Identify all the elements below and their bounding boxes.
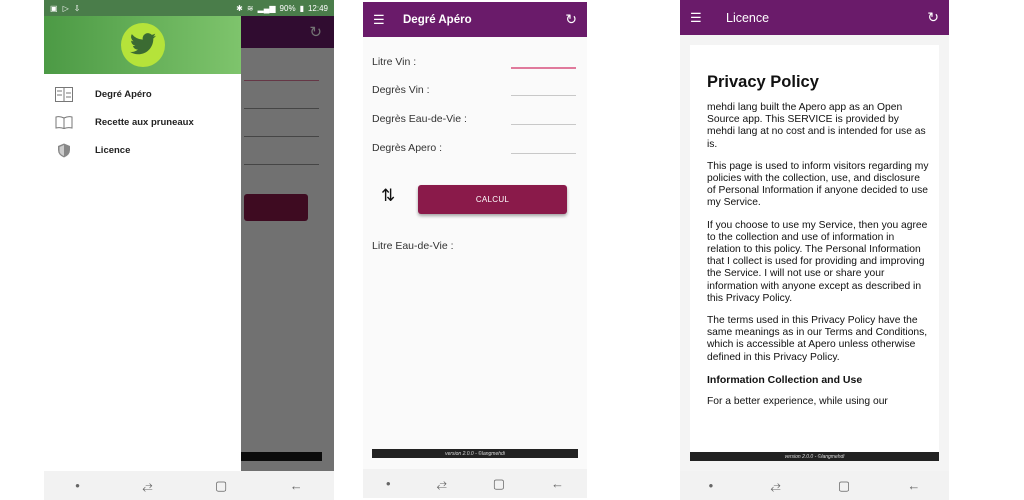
degres-vin-input[interactable] (511, 95, 576, 96)
dot-icon[interactable]: • (75, 478, 80, 493)
calcul-button[interactable]: CALCUL (418, 185, 567, 214)
drawer-item-label: Recette aux pruneaux (95, 116, 194, 128)
field-degres-apero: Degrès Apero : (372, 138, 578, 158)
battery-icon: ▮ (299, 3, 304, 13)
policy-paragraph: mehdi lang built the Apero app as an Ope… (707, 102, 926, 150)
field-label: Litre Vin : (372, 56, 417, 68)
version-bar: version 2.0.0 - ©langmehdi (690, 452, 939, 461)
gallery-notification-icon: ▣ (50, 3, 58, 13)
refresh-icon[interactable]: ↻ (927, 9, 939, 26)
policy-paragraph: If you choose to use my Service, then yo… (707, 219, 928, 304)
app-bar: ☰ Degré Apéro ↻ (363, 2, 587, 37)
policy-paragraph: This page is used to inform visitors reg… (707, 160, 929, 209)
play-notification-icon: ▷ (62, 3, 69, 13)
wifi-icon: ≋ (246, 3, 254, 13)
degres-eau-de-vie-input[interactable] (511, 124, 576, 125)
phone-drawer-screen: ▣ ▷ ⇩ ✱ ≋ ▂▄▆ 90% ▮ 12:49 ↻ (44, 0, 334, 500)
swap-arrows-icon[interactable]: ⇅ (381, 186, 395, 206)
twitter-logo[interactable] (121, 23, 165, 67)
home-icon[interactable]: ▢ (838, 478, 850, 494)
dot-icon[interactable]: • (386, 476, 391, 491)
back-icon[interactable]: ← (551, 476, 564, 491)
policy-heading: Privacy Policy (707, 73, 819, 91)
policy-subheading: Information Collection and Use (707, 373, 863, 386)
policy-paragraph: The terms used in this Privacy Policy ha… (707, 315, 928, 363)
back-icon[interactable]: ← (907, 478, 920, 493)
calculator-icon (54, 86, 74, 102)
drawer-header (44, 16, 241, 74)
navigation-drawer: Degré Apéro Recette aux pruneaux Licence (44, 16, 241, 471)
bluetooth-icon: ✱ (236, 3, 243, 13)
signal-icon: ▂▄▆ (257, 3, 276, 13)
page-title: Degré Apéro (403, 13, 472, 26)
result-label: Litre Eau-de-Vie : (372, 240, 454, 252)
battery-percent: 90% (279, 3, 296, 13)
download-notification-icon: ⇩ (73, 3, 81, 13)
drawer-item-recette[interactable]: Recette aux pruneaux (44, 108, 241, 136)
policy-paragraph: For a better experience, while using our (707, 395, 888, 407)
system-nav-bar: • ⥄ ▢ ← (363, 469, 587, 498)
degres-apero-input[interactable] (511, 153, 576, 154)
privacy-policy-view[interactable]: Privacy Policy mehdi lang built the Aper… (690, 45, 939, 454)
field-label: Degrès Apero : (372, 142, 443, 154)
status-bar: ▣ ▷ ⇩ ✱ ≋ ▂▄▆ 90% ▮ 12:49 (44, 0, 334, 16)
recents-icon[interactable]: ⥄ (436, 476, 446, 492)
hamburger-menu-icon[interactable]: ☰ (690, 10, 714, 26)
field-label: Degrès Vin : (372, 84, 430, 96)
recents-icon[interactable]: ⥄ (142, 478, 152, 494)
field-degres-eau-de-vie: Degrès Eau-de-Vie : (372, 109, 578, 129)
twitter-bird-icon (130, 33, 156, 55)
book-icon (54, 114, 74, 130)
drawer-item-degre-apero[interactable]: Degré Apéro (44, 80, 241, 108)
phone-licence-screen: ☰ Licence ↻ Privacy Policy mehdi lang bu… (680, 0, 949, 500)
phone-calculator-screen: ☰ Degré Apéro ↻ Litre Vin : Degrès Vin :… (363, 2, 587, 498)
system-nav-bar: • ⥄ ▢ ← (680, 471, 949, 500)
field-label: Degrès Eau-de-Vie : (372, 113, 467, 125)
app-bar: ☰ Licence ↻ (680, 0, 949, 35)
clock: 12:49 (307, 3, 328, 13)
drawer-item-label: Degré Apéro (95, 88, 152, 100)
hamburger-menu-icon[interactable]: ☰ (373, 12, 397, 28)
page-title: Licence (726, 10, 770, 25)
shield-icon (54, 142, 74, 158)
version-bar: version 2.0.0 - ©langmehdi (372, 449, 578, 458)
home-icon[interactable]: ▢ (493, 476, 505, 492)
drawer-item-licence[interactable]: Licence (44, 136, 241, 164)
home-icon[interactable]: ▢ (215, 478, 227, 494)
back-icon[interactable]: ← (290, 478, 303, 493)
drawer-item-label: Licence (95, 144, 131, 156)
dot-icon[interactable]: • (709, 478, 714, 493)
field-litre-vin: Litre Vin : (372, 52, 578, 72)
system-nav-bar: • ⥄ ▢ ← (44, 471, 334, 500)
litre-vin-input[interactable] (511, 67, 576, 69)
recents-icon[interactable]: ⥄ (770, 478, 780, 494)
refresh-icon[interactable]: ↻ (565, 11, 577, 28)
field-degres-vin: Degrès Vin : (372, 80, 578, 100)
